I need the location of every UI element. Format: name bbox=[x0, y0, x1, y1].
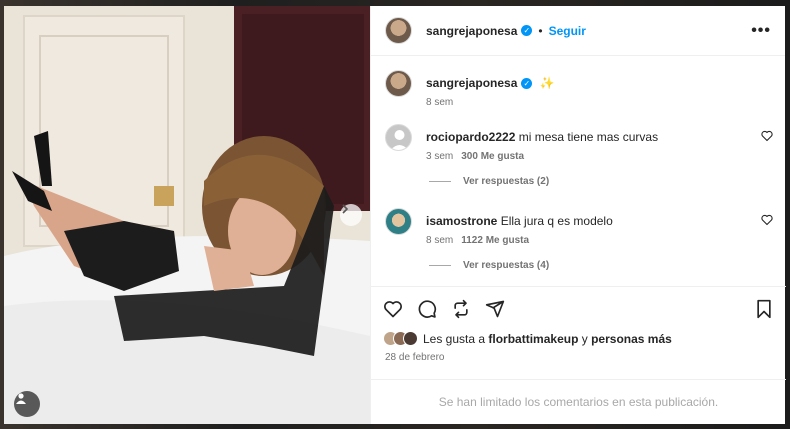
comment-item: isamostrone Ella jura q es modelo 8 sem 1… bbox=[385, 208, 777, 246]
commenter-username[interactable]: rociopardo2222 bbox=[426, 130, 515, 144]
follow-button[interactable]: Seguir bbox=[549, 24, 586, 38]
comment-text: mi mesa tiene mas curvas bbox=[518, 130, 659, 144]
comment-likes[interactable]: 1122 Me gusta bbox=[461, 235, 529, 246]
caption-author-avatar[interactable] bbox=[385, 70, 412, 97]
caption-text: ✨ bbox=[539, 76, 555, 90]
likes-others-link[interactable]: personas más bbox=[591, 332, 672, 346]
verified-badge-icon: ✓ bbox=[521, 25, 533, 36]
heart-icon bbox=[384, 301, 402, 318]
like-button[interactable] bbox=[383, 299, 403, 319]
comment-like-heart-icon[interactable] bbox=[761, 214, 773, 226]
view-replies-button[interactable]: Ver respuestas (4) bbox=[429, 260, 549, 271]
share-icon bbox=[485, 300, 505, 318]
comment-like-heart-icon[interactable] bbox=[761, 130, 773, 142]
separator-dot: • bbox=[538, 23, 543, 38]
repost-button[interactable] bbox=[451, 299, 471, 319]
comment-time[interactable]: 8 sem bbox=[426, 235, 453, 246]
share-button[interactable] bbox=[485, 299, 505, 319]
post-photo[interactable] bbox=[4, 6, 370, 424]
comment-time[interactable]: 3 sem bbox=[426, 151, 453, 162]
post-modal: sangrejaponesa ✓ • Seguir ••• sangrejapo… bbox=[4, 6, 786, 424]
likes-summary: Les gusta a florbattimakeup y personas m… bbox=[383, 331, 672, 346]
comment-likes[interactable]: 300 Me gusta bbox=[461, 151, 524, 162]
comments-limited-notice: Se han limitado los comentarios en esta … bbox=[371, 379, 786, 424]
commenter-username[interactable]: isamostrone bbox=[426, 214, 497, 228]
save-button[interactable] bbox=[754, 299, 774, 319]
more-options-button[interactable]: ••• bbox=[751, 22, 771, 40]
comment-button[interactable] bbox=[417, 299, 437, 319]
liker-avatar bbox=[403, 331, 418, 346]
bookmark-icon bbox=[757, 299, 771, 319]
likes-joiner: y bbox=[581, 331, 588, 346]
default-avatar-icon bbox=[390, 130, 409, 150]
user-tag-icon bbox=[16, 393, 26, 404]
chevron-right-icon bbox=[342, 204, 349, 214]
caption-time: 8 sem bbox=[426, 97, 454, 108]
comment-text: Ella jura q es modelo bbox=[500, 214, 613, 228]
comment-item: rociopardo2222 mi mesa tiene mas curvas … bbox=[385, 124, 777, 162]
commenter-avatar[interactable] bbox=[385, 208, 412, 235]
likes-prefix: Les gusta a bbox=[423, 331, 486, 346]
replies-line bbox=[429, 181, 451, 182]
photo-illustration bbox=[4, 6, 370, 424]
author-username[interactable]: sangrejaponesa bbox=[426, 24, 517, 38]
author-avatar[interactable] bbox=[385, 17, 412, 44]
replies-line bbox=[429, 265, 451, 266]
view-replies-button[interactable]: Ver respuestas (2) bbox=[429, 176, 549, 187]
post-sidebar: sangrejaponesa ✓ • Seguir ••• sangrejapo… bbox=[370, 6, 786, 424]
tagged-users-button[interactable] bbox=[14, 391, 40, 417]
commenter-avatar[interactable] bbox=[385, 124, 412, 151]
post-date[interactable]: 28 de febrero bbox=[385, 352, 445, 363]
repost-icon bbox=[454, 299, 468, 319]
liker-username[interactable]: florbattimakeup bbox=[488, 332, 578, 346]
caption-author[interactable]: sangrejaponesa bbox=[426, 76, 517, 90]
comment-icon bbox=[418, 300, 437, 318]
verified-badge-icon: ✓ bbox=[521, 78, 533, 90]
post-header: sangrejaponesa ✓ • Seguir ••• bbox=[371, 6, 785, 56]
caption: sangrejaponesa ✓ ✨ 8 sem bbox=[385, 70, 777, 108]
action-bar bbox=[371, 286, 786, 319]
view-replies-label: Ver respuestas (4) bbox=[463, 260, 550, 271]
view-replies-label: Ver respuestas (2) bbox=[463, 176, 550, 187]
next-photo-button[interactable] bbox=[340, 204, 362, 226]
